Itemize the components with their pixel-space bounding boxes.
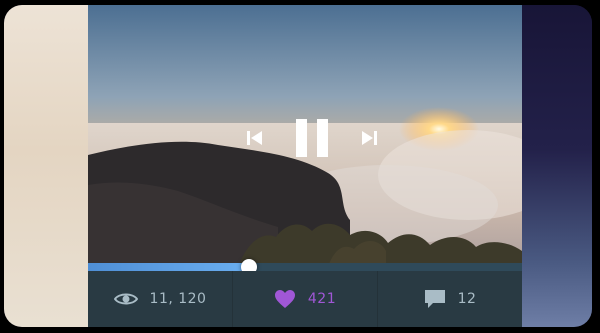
likes-count: 421 (307, 291, 337, 307)
progress-fill (88, 263, 249, 271)
views-stat: 11, 120 (88, 271, 233, 327)
heart-icon (274, 290, 295, 308)
views-count: 11, 120 (149, 291, 207, 307)
video-player: 11, 120 421 12 (88, 5, 522, 327)
comments-stat[interactable]: 12 (378, 271, 522, 327)
progress-bar[interactable] (88, 259, 522, 275)
app-frame: 11, 120 421 12 (4, 5, 592, 327)
comments-count: 12 (457, 291, 477, 307)
likes-stat[interactable]: 421 (233, 271, 378, 327)
pause-icon (296, 119, 328, 157)
comment-icon (424, 290, 445, 308)
previous-card-peek[interactable] (4, 5, 88, 327)
skip-back-button[interactable] (244, 127, 266, 149)
playback-controls (88, 5, 522, 267)
stats-bar: 11, 120 421 12 (88, 271, 522, 327)
skip-forward-button[interactable] (358, 127, 380, 149)
next-card-peek[interactable] (522, 5, 592, 327)
skip-back-icon (247, 131, 262, 145)
pause-button[interactable] (294, 117, 334, 159)
skip-forward-icon (362, 131, 377, 145)
eye-icon (113, 293, 138, 305)
